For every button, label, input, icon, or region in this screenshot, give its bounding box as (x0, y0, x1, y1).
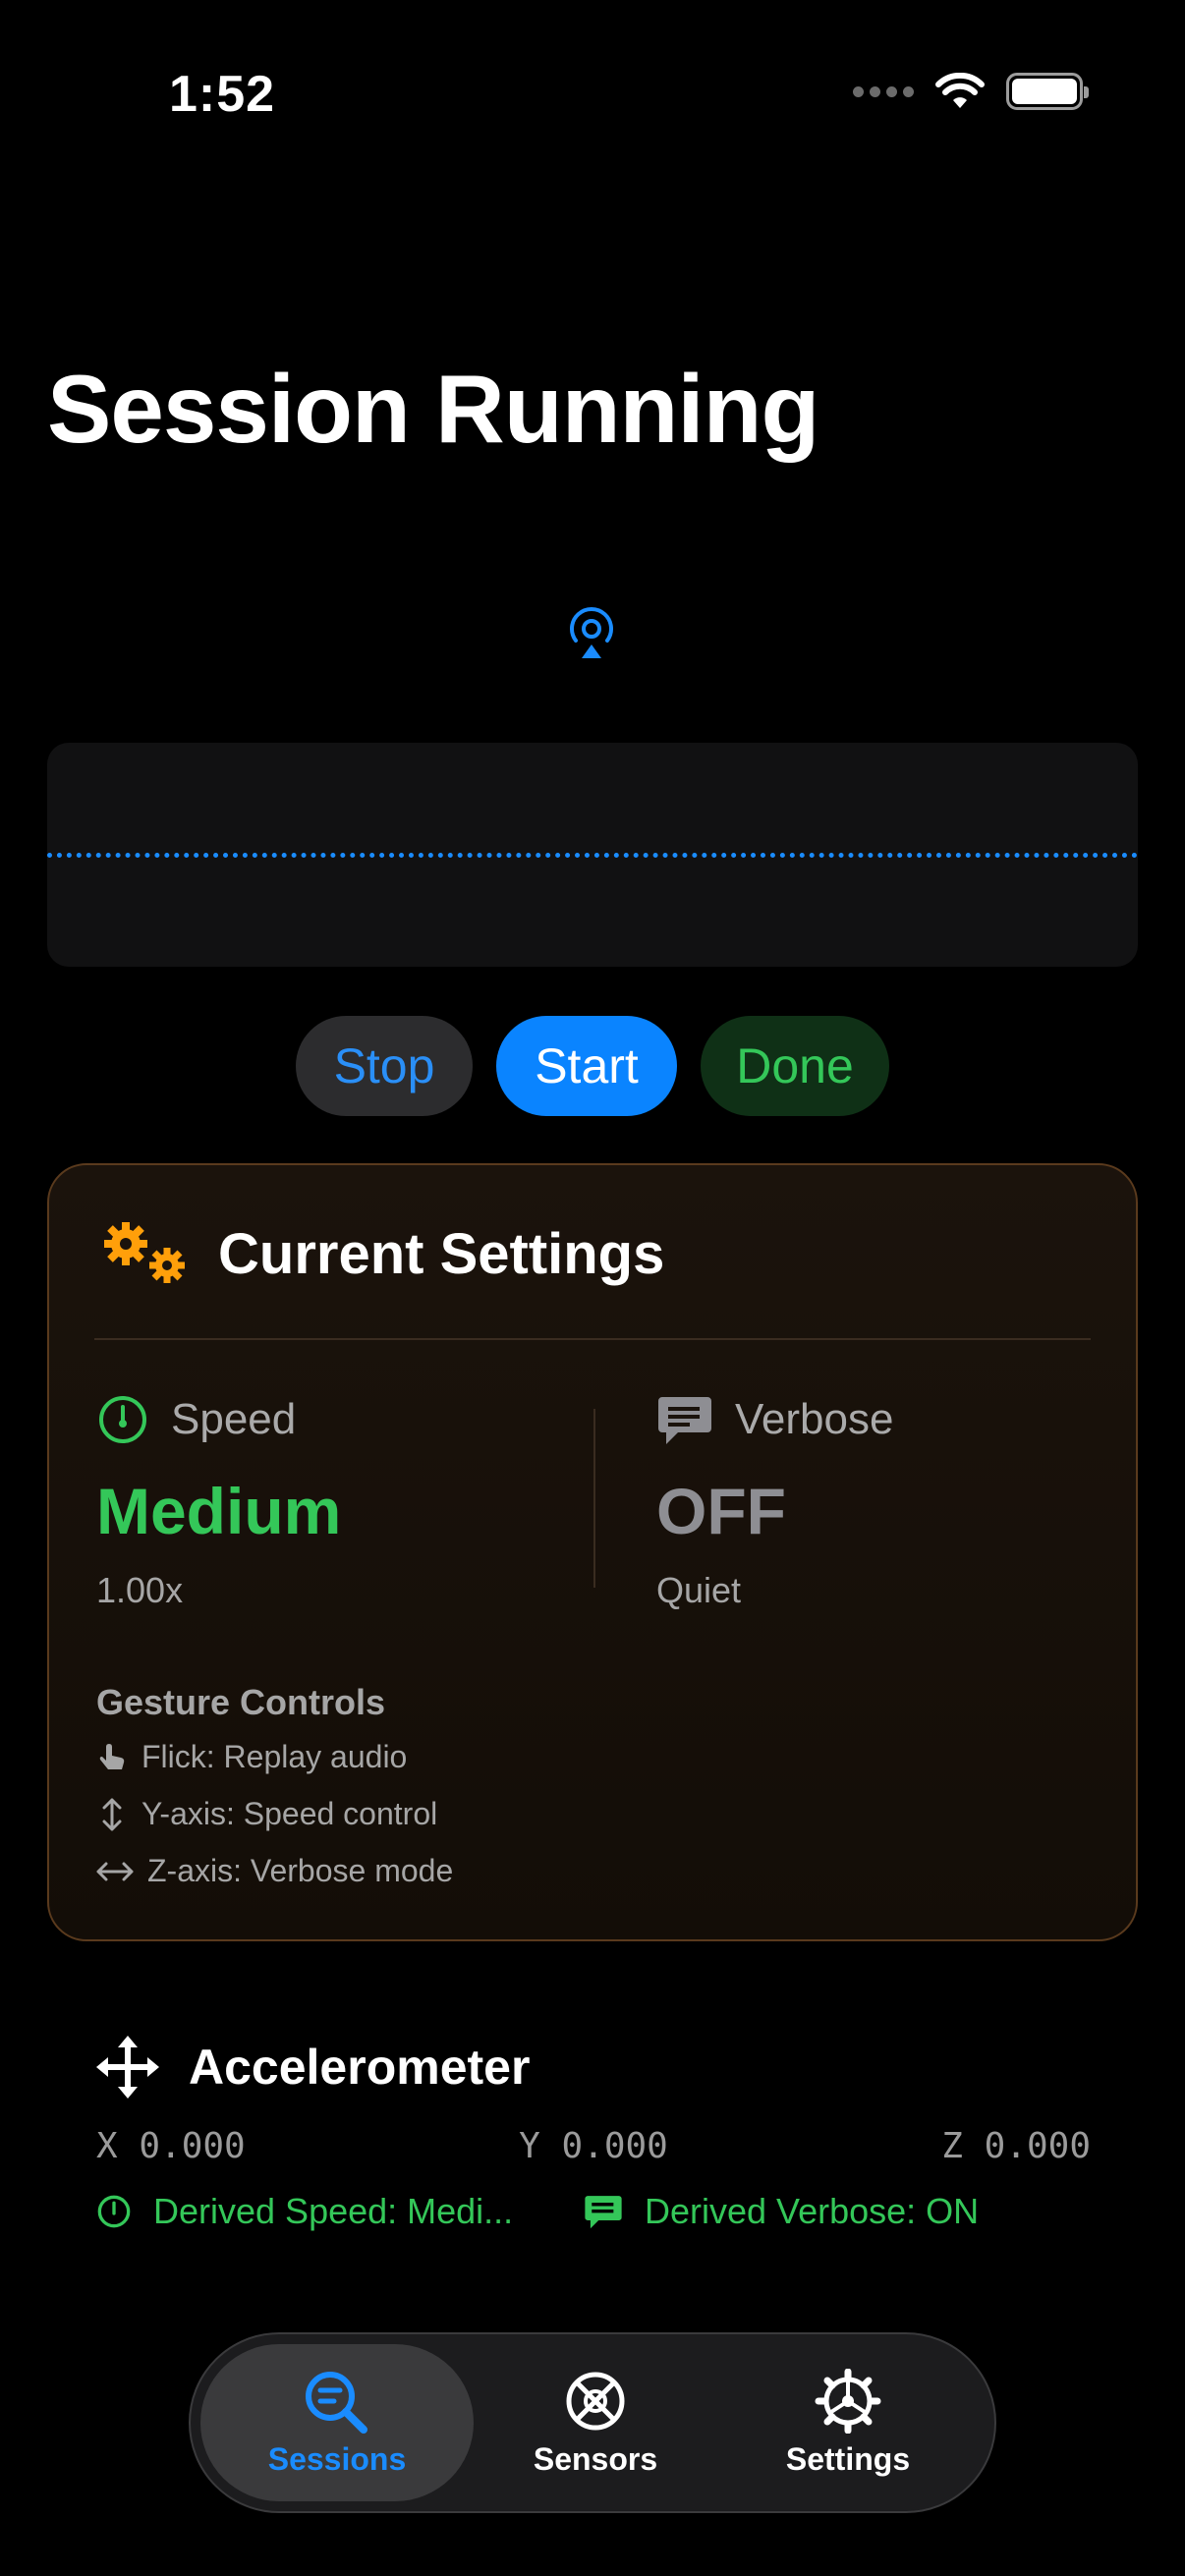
done-button[interactable]: Done (701, 1016, 889, 1116)
sensor-icon (566, 2372, 625, 2430)
vertical-arrows-icon (102, 1798, 122, 1830)
stop-button[interactable]: Stop (296, 1016, 473, 1116)
hand-tap-icon (99, 1743, 125, 1769)
card-header: Current Settings (98, 1216, 664, 1291)
gesture-item: Flick: Replay audio (96, 1739, 407, 1775)
speed-value: Medium (96, 1475, 342, 1547)
verbose-value: OFF (656, 1475, 786, 1547)
wifi-icon (935, 73, 985, 108)
tab-sessions[interactable]: Sessions (200, 2344, 474, 2501)
start-button[interactable]: Start (496, 1016, 677, 1116)
card-title: Current Settings (218, 1221, 665, 1286)
gesture-item: Z-axis: Verbose mode (96, 1853, 453, 1889)
y-axis-value: Y 0.000 (519, 2126, 668, 2166)
derived-verbose-text: Derived Verbose: ON (645, 2191, 980, 2231)
divider (94, 1338, 1091, 1340)
verbose-label: Verbose (735, 1395, 894, 1443)
gear-icon (815, 2368, 881, 2434)
airplay-icon[interactable] (562, 601, 621, 660)
magnifier-icon (306, 2371, 367, 2434)
audio-waveform (47, 743, 1138, 967)
battery-icon (1006, 73, 1089, 110)
speed-section: Speed Medium 1.00x (96, 1389, 341, 1611)
status-indicators (853, 73, 1089, 110)
move-arrows-icon (96, 2036, 159, 2099)
gesture-item: Y-axis: Speed control (96, 1796, 437, 1832)
derived-speed: Derived Speed: Medi... (96, 2191, 513, 2232)
speedometer-icon (99, 1396, 146, 1443)
column-separator (593, 1409, 595, 1588)
gesture-controls-title: Gesture Controls (96, 1682, 386, 1722)
session-controls: Stop Start Done (0, 1016, 1185, 1116)
speedometer-icon (97, 2195, 131, 2228)
verbose-detail: Quiet (656, 1570, 742, 1610)
current-settings-card: Current Settings Speed Medium 1.00x Verb… (47, 1163, 1138, 1941)
screen: 1:52 Session Running Stop Start Done Cur… (0, 0, 1185, 2576)
accelerometer-readout: X 0.000 Y 0.000 Z 0.000 (96, 2126, 1091, 2166)
derived-verbose: Derived Verbose: ON (584, 2191, 979, 2232)
x-axis-value: X 0.000 (96, 2126, 246, 2166)
tab-bar: Sessions Sensors Settings (189, 2332, 996, 2513)
page-title: Session Running (47, 355, 819, 463)
derived-speed-text: Derived Speed: Medi... (153, 2191, 514, 2231)
accelerometer-title: Accelerometer (189, 2040, 531, 2095)
horizontal-arrows-icon (96, 1862, 134, 1880)
speed-multiplier: 1.00x (96, 1570, 184, 1610)
gears-icon (104, 1222, 185, 1283)
waveform-line (47, 853, 1138, 858)
accelerometer-header: Accelerometer (96, 2036, 530, 2099)
message-bubble-icon (658, 1397, 711, 1444)
z-axis-value: Z 0.000 (941, 2126, 1091, 2166)
speed-label: Speed (171, 1395, 297, 1443)
verbose-section: Verbose OFF Quiet (656, 1389, 893, 1611)
tab-sensors[interactable]: Sensors (459, 2344, 732, 2501)
status-time: 1:52 (169, 66, 276, 123)
tab-settings[interactable]: Settings (711, 2344, 985, 2501)
message-bubble-icon (585, 2196, 622, 2229)
cellular-signal-icon (853, 85, 914, 97)
